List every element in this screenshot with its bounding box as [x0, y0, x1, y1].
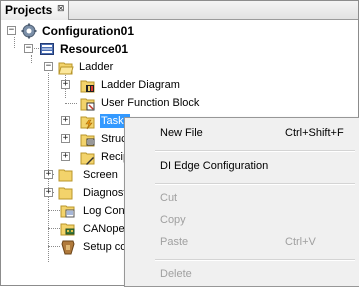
tree-item-ladder[interactable]: Ladder: [78, 60, 114, 74]
tree-item-diagnostics[interactable]: Diagnost: [82, 186, 127, 200]
menu-item-di-edge-configuration[interactable]: DI Edge Configuration: [125, 156, 359, 176]
menu-item-label: Paste: [160, 236, 189, 248]
close-icon[interactable]: ⊠: [57, 3, 65, 14]
recipe-icon: [80, 152, 95, 165]
folder-icon: [58, 187, 73, 200]
expand-toggle[interactable]: +: [61, 134, 70, 143]
tab-strip: Projects ⊠: [1, 1, 358, 20]
tree-item-user-function-block[interactable]: User Function Block: [100, 96, 200, 110]
tab-projects[interactable]: Projects ⊠: [1, 1, 69, 20]
expand-toggle[interactable]: +: [61, 152, 70, 161]
folder-open-icon: [58, 62, 74, 75]
collapse-toggle[interactable]: −: [7, 26, 16, 35]
tree-item-log-config[interactable]: Log Conf: [82, 204, 129, 218]
menu-item-shortcut: Ctrl+Shift+F: [285, 127, 344, 139]
function-block-icon: [80, 98, 95, 111]
collapse-toggle[interactable]: −: [24, 44, 33, 53]
menu-item-label: Copy: [160, 214, 186, 226]
tree-item-screen[interactable]: Screen: [82, 168, 119, 182]
expand-toggle[interactable]: +: [61, 116, 70, 125]
menu-item-label: New File: [160, 127, 203, 139]
projects-panel: Projects ⊠ − Configuration01 − Resource0…: [0, 0, 359, 287]
tree-item-configuration[interactable]: Configuration01: [41, 24, 135, 38]
menu-item-copy[interactable]: Copy: [125, 210, 359, 230]
tree-item-resource[interactable]: Resource01: [59, 42, 129, 56]
menu-item-cut[interactable]: Cut: [125, 188, 359, 208]
menu-item-shortcut: Ctrl+V: [285, 236, 316, 248]
structure-icon: [80, 134, 95, 147]
tab-projects-label: Projects: [5, 3, 53, 17]
menu-item-label: Cut: [160, 192, 178, 204]
menu-item-new-file[interactable]: New File Ctrl+Shift+F: [125, 123, 359, 143]
menu-item-delete[interactable]: Delete: [125, 264, 359, 284]
menu-separator: [155, 259, 355, 261]
collapse-toggle[interactable]: −: [44, 62, 53, 71]
canopen-icon: [60, 223, 75, 236]
tree-item-ladder-diagram[interactable]: Ladder Diagram: [100, 78, 181, 92]
expand-toggle[interactable]: +: [61, 80, 70, 89]
ladder-diagram-icon: [80, 80, 95, 93]
tasks-icon: [80, 116, 95, 130]
context-menu: New File Ctrl+Shift+F DI Edge Configurat…: [124, 117, 359, 287]
folder-icon: [58, 169, 73, 182]
tree-item-setup-config[interactable]: Setup co: [82, 240, 127, 254]
menu-item-paste[interactable]: Paste Ctrl+V: [125, 232, 359, 252]
setup-config-icon: [61, 240, 75, 255]
expand-toggle[interactable]: +: [44, 188, 53, 197]
menu-separator: [155, 150, 355, 152]
log-config-icon: [60, 205, 75, 218]
tree-item-canopen[interactable]: CANoper: [82, 222, 129, 236]
menu-item-label: Delete: [160, 268, 192, 280]
expand-toggle[interactable]: +: [44, 170, 53, 179]
resource-icon: [40, 43, 54, 55]
menu-item-label: DI Edge Configuration: [160, 160, 269, 172]
menu-separator: [155, 183, 355, 185]
gear-icon: [21, 23, 37, 39]
